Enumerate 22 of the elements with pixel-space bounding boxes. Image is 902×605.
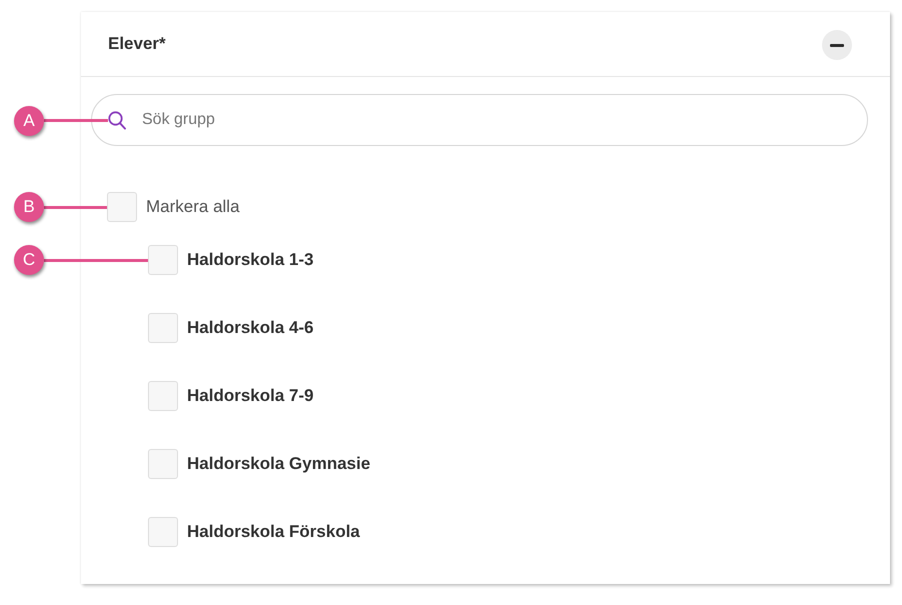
callout-badge: A (14, 106, 44, 136)
checkbox-label: Haldorskola 1-3 (187, 250, 314, 270)
checkbox[interactable] (148, 245, 178, 275)
search-field[interactable]: Sök grupp (91, 94, 868, 146)
checkbox[interactable] (148, 449, 178, 479)
checkbox[interactable] (148, 517, 178, 547)
checkbox-label: Haldorskola Gymnasie (187, 454, 370, 474)
callout-badge: C (14, 245, 44, 275)
callout-badge: B (14, 192, 44, 222)
checkbox[interactable] (107, 192, 137, 222)
checkbox[interactable] (148, 313, 178, 343)
checkbox[interactable] (148, 381, 178, 411)
section-title: Elever* (108, 34, 166, 54)
leader-line (44, 206, 107, 208)
collapse-button[interactable] (822, 30, 852, 60)
search-icon (108, 111, 126, 130)
minus-icon (830, 44, 844, 46)
checkbox-label: Haldorskola Förskola (187, 522, 360, 542)
checkbox-label: Markera alla (146, 197, 240, 217)
leader-line (44, 119, 108, 122)
checkbox-label: Haldorskola 4-6 (187, 318, 314, 338)
checkbox-label: Haldorskola 7-9 (187, 386, 314, 406)
